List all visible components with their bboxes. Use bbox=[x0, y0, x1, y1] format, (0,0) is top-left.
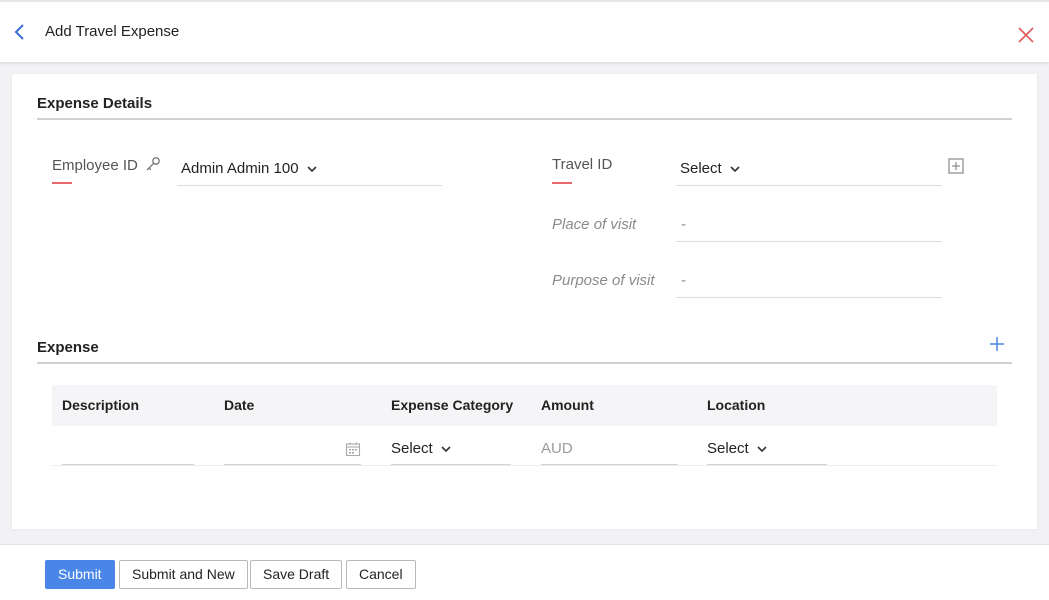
section-divider bbox=[37, 118, 1012, 120]
submit-and-new-button[interactable]: Submit and New bbox=[119, 560, 248, 589]
save-draft-button[interactable]: Save Draft bbox=[250, 560, 343, 589]
amount-input[interactable]: AUD bbox=[541, 440, 677, 457]
travel-id-select[interactable]: Select bbox=[680, 160, 742, 177]
employee-id-label: Employee ID bbox=[52, 156, 161, 174]
employee-id-label-text: Employee ID bbox=[52, 157, 138, 174]
column-header-category: Expense Category bbox=[391, 397, 514, 413]
add-expense-plus-icon[interactable] bbox=[989, 336, 1005, 352]
calendar-icon[interactable] bbox=[345, 441, 361, 457]
field-underline bbox=[676, 297, 942, 298]
section-divider bbox=[37, 362, 1012, 364]
submit-button[interactable]: Submit bbox=[45, 560, 115, 589]
description-input[interactable] bbox=[62, 440, 194, 460]
field-underline bbox=[676, 241, 942, 242]
expense-section-title: Expense bbox=[37, 339, 99, 356]
employee-id-select[interactable]: Admin Admin 100 bbox=[181, 160, 319, 177]
location-select[interactable]: Select bbox=[707, 440, 769, 457]
place-of-visit-label: Place of visit bbox=[552, 216, 637, 233]
column-header-date: Date bbox=[224, 397, 255, 413]
add-travel-square-icon[interactable] bbox=[948, 158, 965, 175]
date-input[interactable] bbox=[224, 440, 360, 460]
expense-category-value: Select bbox=[391, 440, 433, 457]
location-value: Select bbox=[707, 440, 749, 457]
place-of-visit-value: - bbox=[681, 216, 686, 233]
field-underline bbox=[177, 185, 442, 186]
form-card: Expense Details Employee ID Admin Admin … bbox=[12, 74, 1037, 529]
close-icon[interactable] bbox=[1017, 26, 1035, 44]
back-arrow-icon[interactable] bbox=[12, 23, 28, 41]
expense-category-select[interactable]: Select bbox=[391, 440, 453, 457]
chevron-down-icon bbox=[757, 445, 767, 452]
purpose-of-visit-value: - bbox=[681, 272, 686, 289]
column-header-description: Description bbox=[62, 397, 140, 413]
expense-details-title: Expense Details bbox=[37, 95, 153, 112]
key-icon bbox=[146, 157, 160, 171]
column-header-location: Location bbox=[707, 397, 766, 413]
purpose-of-visit-label: Purpose of visit bbox=[552, 272, 655, 289]
chevron-down-icon bbox=[307, 165, 317, 172]
row-divider bbox=[52, 465, 997, 466]
chevron-down-icon bbox=[730, 165, 740, 172]
page-title: Add Travel Expense bbox=[45, 23, 180, 40]
header-bar: Add Travel Expense bbox=[0, 0, 1049, 62]
chevron-down-icon bbox=[441, 445, 451, 452]
required-indicator bbox=[52, 182, 72, 184]
footer-bar: Submit Submit and New Save Draft Cancel bbox=[0, 544, 1049, 600]
column-header-amount: Amount bbox=[541, 397, 594, 413]
employee-id-value: Admin Admin 100 bbox=[181, 160, 299, 177]
required-indicator bbox=[552, 182, 572, 184]
field-underline bbox=[676, 185, 942, 186]
travel-id-value: Select bbox=[680, 160, 722, 177]
cancel-button[interactable]: Cancel bbox=[346, 560, 416, 589]
expense-table-header: Description Date Expense Category Amount… bbox=[52, 385, 997, 426]
travel-id-label: Travel ID bbox=[552, 156, 613, 173]
